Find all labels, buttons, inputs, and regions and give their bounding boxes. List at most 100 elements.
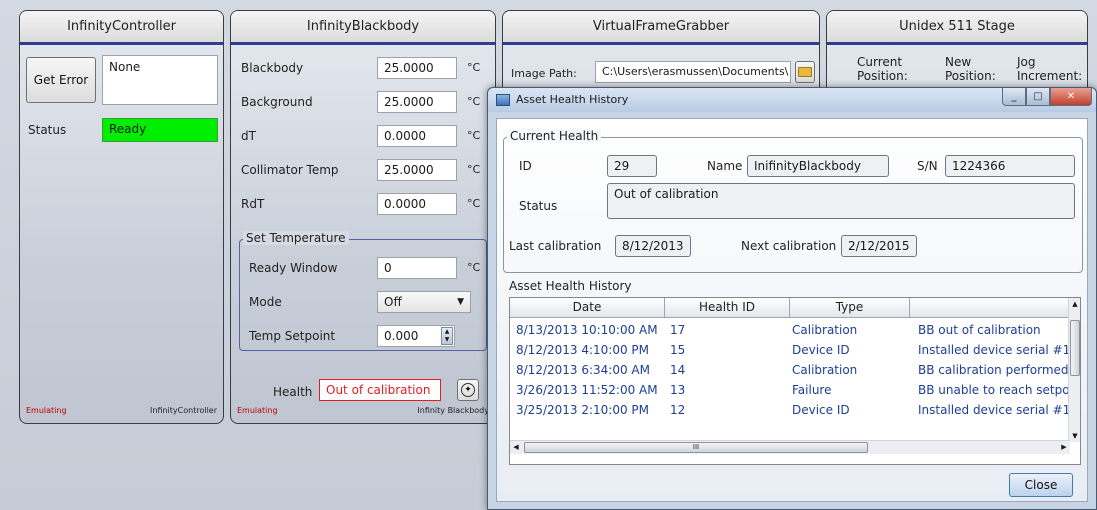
health-history-grid[interactable]: Date Health ID Type 8/13/2013 10:10:00 A… — [509, 297, 1081, 465]
cell-health-id: 14 — [670, 363, 686, 377]
cell-health-id: 15 — [670, 343, 686, 357]
id-field: 29 — [607, 155, 657, 177]
column-header-type[interactable]: Type — [790, 298, 910, 318]
collimator-temp-field[interactable]: 25.0000 — [377, 159, 457, 181]
table-row[interactable]: 8/13/2013 10:10:00 AM 17 Calibration BB … — [510, 320, 1070, 340]
table-row[interactable]: 3/25/2013 2:10:00 PM 12 Device ID Instal… — [510, 400, 1070, 420]
image-path-field[interactable]: C:\Users\erasmussen\Documents\ — [595, 61, 791, 83]
background-label: Background — [241, 95, 313, 109]
scroll-grip: III — [692, 443, 700, 451]
current-health-label: Current Health — [507, 129, 602, 143]
window-controls: _ □ ✕ — [1002, 88, 1092, 106]
spinner-icon[interactable]: ▲ ▼ — [441, 327, 453, 345]
dt-unit: °C — [467, 129, 481, 142]
mode-value: Off — [384, 295, 402, 309]
infinity-blackbody-panel: InfinityBlackbody Blackbody 25.0000 °C B… — [230, 10, 496, 424]
maximize-button[interactable]: □ — [1026, 88, 1050, 106]
dialog-titlebar[interactable]: Asset Health History _ □ ✕ — [488, 88, 1096, 112]
panel-title: InfinityBlackbody — [231, 11, 495, 45]
scroll-down-icon[interactable]: ▼ — [1069, 430, 1080, 442]
cell-date: 8/12/2013 4:10:00 PM — [516, 343, 650, 357]
table-row[interactable]: 8/12/2013 4:10:00 PM 15 Device ID Instal… — [510, 340, 1070, 360]
dt-field[interactable]: 0.0000 — [377, 125, 457, 147]
temp-setpoint-label: Temp Setpoint — [249, 329, 336, 343]
scroll-left-icon[interactable]: ◀ — [510, 441, 522, 454]
status-value-field: Ready — [102, 118, 218, 142]
get-error-button[interactable]: Get Error — [26, 57, 96, 103]
table-row[interactable]: 3/26/2013 11:52:00 AM 13 Failure BB unab… — [510, 380, 1070, 400]
horizontal-scrollbar[interactable]: ◀ III ▶ — [510, 440, 1070, 454]
cell-type: Failure — [792, 383, 832, 397]
rdt-unit: °C — [467, 197, 481, 210]
last-calibration-field: 8/12/2013 — [615, 235, 691, 257]
asset-health-history-dialog: Asset Health History _ □ ✕ Current Healt… — [487, 87, 1097, 510]
image-path-label: Image Path: — [511, 67, 577, 80]
next-calibration-field: 2/12/2015 — [841, 235, 917, 257]
cell-type: Calibration — [792, 363, 858, 377]
current-position-label: Current Position: — [857, 55, 908, 83]
temp-setpoint-value: 0.000 — [384, 329, 419, 343]
vertical-scrollbar[interactable]: ▲ ▼ — [1068, 298, 1080, 442]
minimize-icon: _ — [1011, 91, 1017, 102]
health-value-field: Out of calibration — [319, 379, 441, 401]
column-header-date[interactable]: Date — [510, 298, 665, 318]
dialog-title: Asset Health History — [516, 93, 629, 106]
column-header-description[interactable] — [910, 298, 1070, 318]
maximize-icon: □ — [1033, 91, 1043, 102]
scroll-up-icon[interactable]: ▲ — [1069, 298, 1080, 310]
compass-icon: ✦ — [461, 383, 475, 397]
infinity-controller-panel: InfinityController Get Error None Status… — [19, 10, 224, 424]
status-field: Out of calibration — [607, 183, 1075, 219]
cell-description: Installed device serial #10 — [918, 403, 1068, 417]
health-label: Health — [273, 385, 313, 399]
scroll-right-icon[interactable]: ▶ — [1058, 441, 1070, 454]
sn-field: 1224366 — [945, 155, 1075, 177]
blackbody-label: Blackbody — [241, 61, 304, 75]
ready-window-label: Ready Window — [249, 261, 338, 275]
set-temperature-label: Set Temperature — [243, 231, 349, 245]
cell-type: Device ID — [792, 343, 850, 357]
background-field[interactable]: 25.0000 — [377, 91, 457, 113]
cell-description: Installed device serial #10 — [918, 343, 1068, 357]
minimize-button[interactable]: _ — [1002, 88, 1026, 106]
mode-select[interactable]: Off ▼ — [377, 291, 471, 313]
dialog-client-area: Current Health ID 29 Name InifinityBlack… — [496, 118, 1088, 502]
ready-window-field[interactable]: 0 — [377, 257, 457, 279]
cell-description: BB out of calibration — [918, 323, 1041, 337]
dt-label: dT — [241, 129, 256, 143]
close-window-button[interactable]: ✕ — [1050, 88, 1092, 106]
browse-folder-button[interactable] — [795, 61, 815, 83]
horizontal-scroll-thumb[interactable]: III — [524, 442, 868, 453]
close-icon: ✕ — [1066, 91, 1076, 102]
panel-title: VirtualFrameGrabber — [503, 11, 819, 45]
temp-setpoint-field[interactable]: 0.000 ▲ ▼ — [377, 325, 455, 347]
cell-description: BB calibration performed — [918, 363, 1068, 377]
panel-title: InfinityController — [20, 11, 223, 45]
last-calibration-label: Last calibration — [509, 239, 602, 253]
status-label: Status — [28, 123, 67, 137]
close-button[interactable]: Close — [1009, 473, 1073, 497]
cell-type: Device ID — [792, 403, 850, 417]
next-calibration-label: Next calibration — [741, 239, 837, 253]
blackbody-field[interactable]: 25.0000 — [377, 57, 457, 79]
cell-type: Calibration — [792, 323, 858, 337]
jog-increment-label: Jog Increment: — [1017, 55, 1083, 83]
background-unit: °C — [467, 95, 481, 108]
cell-date: 8/12/2013 6:34:00 AM — [516, 363, 650, 377]
collimator-temp-label: Collimator Temp — [241, 163, 339, 177]
cell-date: 3/26/2013 11:52:00 AM — [516, 383, 658, 397]
cell-health-id: 17 — [670, 323, 686, 337]
window-icon — [496, 94, 510, 106]
cell-date: 3/25/2013 2:10:00 PM — [516, 403, 650, 417]
cell-description: BB unable to reach setpoi — [918, 383, 1068, 397]
column-header-health-id[interactable]: Health ID — [665, 298, 790, 318]
new-position-label: New Position: — [945, 55, 996, 83]
folder-icon — [798, 67, 812, 77]
grid-header: Date Health ID Type — [510, 298, 1070, 318]
rdt-field[interactable]: 0.0000 — [377, 193, 457, 215]
table-row[interactable]: 8/12/2013 6:34:00 AM 14 Calibration BB c… — [510, 360, 1070, 380]
vertical-scroll-thumb[interactable] — [1070, 320, 1080, 376]
dropdown-arrow-icon: ▼ — [457, 297, 464, 307]
health-history-button[interactable]: ✦ — [457, 379, 479, 401]
collimator-temp-unit: °C — [467, 163, 481, 176]
